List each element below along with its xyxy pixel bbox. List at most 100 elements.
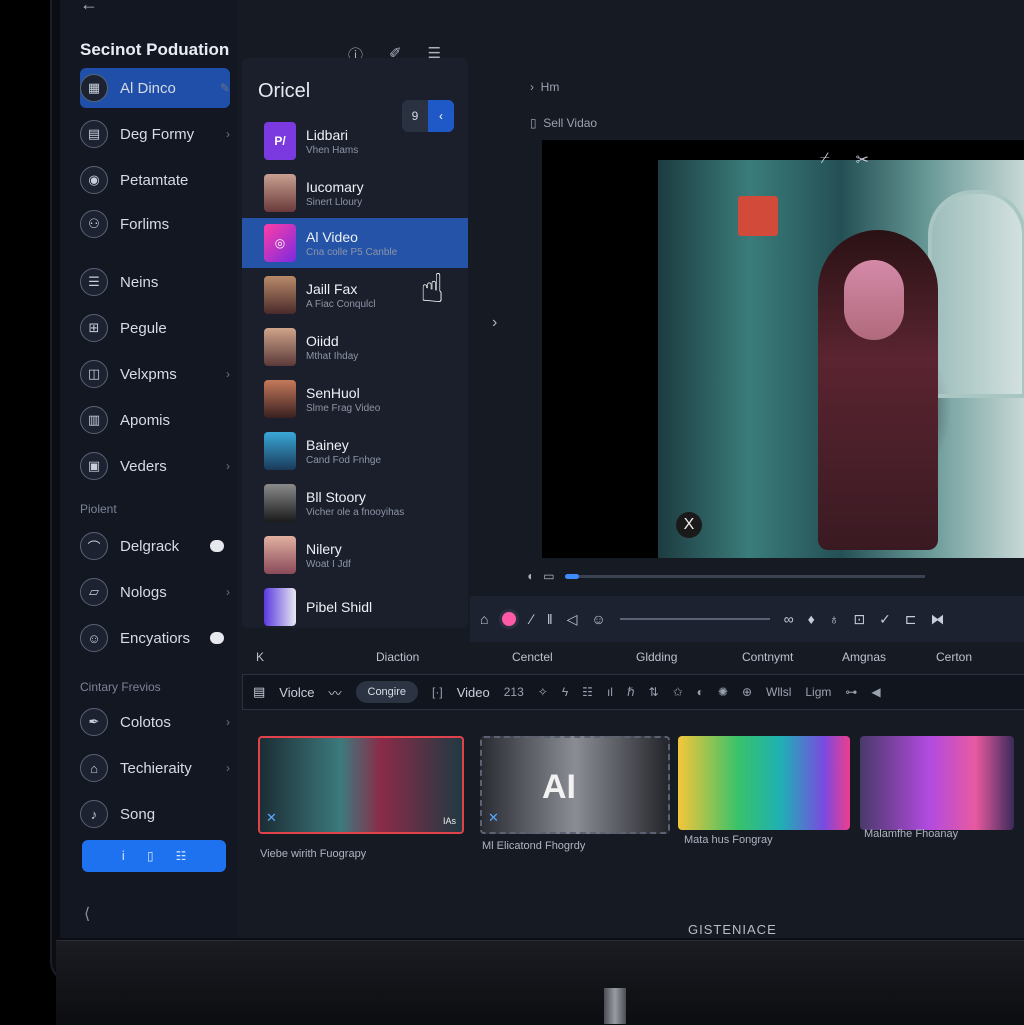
people-icon[interactable]: ǁ <box>547 611 553 627</box>
clip-label: Ml Elicatond Fhogrdy <box>482 840 586 852</box>
sliders-icon[interactable]: ⇅ <box>649 685 659 699</box>
tab-violce[interactable]: Violce <box>279 685 314 700</box>
sidebar-item-techieraity[interactable]: ⌂ Techieraity › <box>80 748 230 788</box>
list-item[interactable]: Iucomary Sinert Lloury <box>242 168 468 218</box>
slash-icon[interactable]: ∕ <box>530 611 532 627</box>
timeline-clip[interactable] <box>678 736 850 830</box>
crop-icon[interactable]: ⊡ <box>853 611 865 628</box>
check-icon[interactable]: ✓ <box>879 611 891 628</box>
sidebar-item-deg-formy[interactable]: ▤ Deg Formy › <box>80 114 230 154</box>
timeline-collapse-icon[interactable]: K <box>256 650 264 664</box>
sidebar-item-label: Pegule <box>120 319 167 337</box>
thumbnail: P/ <box>264 122 296 160</box>
timeline-clip[interactable]: ✕ IAs <box>258 736 464 834</box>
list-item-title: Oiidd <box>306 332 339 349</box>
clip-badge: IAs <box>442 816 456 826</box>
sidebar-item-apomis[interactable]: ▥ Apomis <box>80 400 230 440</box>
list-item-selected[interactable]: ◎ Al Video Cna colle P5 Canble <box>242 218 468 268</box>
toggle-switch[interactable] <box>210 540 224 552</box>
marker-icon[interactable]: ♦ <box>808 611 815 627</box>
device-icon[interactable]: ▯ <box>147 849 154 863</box>
sidebar-item-colotos[interactable]: ✒ Colotos › <box>80 702 230 742</box>
filter-icon[interactable]: ⊕ <box>742 685 752 699</box>
list-item[interactable]: Bainey Cand Fod Fnhge <box>242 426 468 476</box>
timeline-clip[interactable] <box>860 736 1014 830</box>
list-item[interactable]: Oiidd Mthat Ihday <box>242 322 468 372</box>
sidebar-item-label: Veders <box>120 457 167 475</box>
toolbar-label[interactable]: Ligm <box>805 685 831 699</box>
sidebar-item-nologs[interactable]: ▱ Nologs › <box>80 572 230 612</box>
list-item[interactable]: P/ Lidbari Vhen Hams <box>242 116 468 166</box>
sidebar-item-label: Techieraity <box>120 759 192 777</box>
list-item-title: Iucomary <box>306 178 364 195</box>
playback-scrubber[interactable]: ◖ ▭ <box>526 564 1024 588</box>
list-item[interactable]: Bll Stoory Vicher ole a fnooyihas <box>242 478 468 528</box>
layout-icon[interactable]: ☷ <box>582 685 593 699</box>
chevron-right-icon[interactable]: › <box>492 314 497 332</box>
timeline-labels: K Diaction Cenctel Gldding Contnymt Amgn… <box>242 650 1024 670</box>
sidebar-item-delgrack[interactable]: ⌒ Delgrack <box>80 526 230 566</box>
cut-icon[interactable]: ✂ <box>856 150 869 170</box>
caption-icon[interactable]: ⊏ <box>905 611 917 628</box>
sidebar-item-song[interactable]: ♪ Song <box>80 794 230 834</box>
sidebar-action-bar[interactable]: ⅰ ▯ ☷ <box>82 840 226 872</box>
toggle-switch[interactable] <box>210 632 224 644</box>
scrub-track[interactable] <box>564 573 925 579</box>
back-arrow-icon[interactable]: ← <box>80 0 98 15</box>
loop-icon[interactable]: ∞ <box>784 611 794 627</box>
wave-icon[interactable]: 〰 <box>328 683 341 702</box>
timeline-clip[interactable]: AI ✕ <box>480 736 670 834</box>
home-icon[interactable]: ⌂ <box>480 611 488 627</box>
sidebar-item-neins[interactable]: ☰ Neins <box>80 262 230 302</box>
mask-icon[interactable]: ◐ <box>697 685 704 699</box>
link-icon[interactable]: ⧓ <box>931 611 945 628</box>
sidebar-item-encyatiors[interactable]: ☺ Encyatiors <box>80 618 230 658</box>
sidebar-item-label: Delgrack <box>120 537 180 555</box>
adjust-icon[interactable]: ⊶ <box>845 685 857 699</box>
congire-pill-button[interactable]: Congire <box>355 681 419 703</box>
frame-icon[interactable]: ▭ <box>543 569 554 583</box>
sidebar-item-petamtate[interactable]: ◉ Petamtate <box>80 160 230 200</box>
close-icon[interactable]: X <box>676 512 702 538</box>
hand-cursor-icon: ☝ <box>420 267 445 311</box>
list-item-subtitle: Woat I Jdf <box>306 558 351 570</box>
chart-icon: ▱ <box>80 578 108 606</box>
info-icon[interactable]: ⅰ <box>122 849 125 863</box>
list-item[interactable]: Nilery Woat I Jdf <box>242 530 468 580</box>
speaker-icon[interactable]: ◁ <box>567 611 578 628</box>
volume-icon[interactable]: ◖ <box>526 569 533 583</box>
sidebar-item-ai-dinco[interactable]: ▦ Al Dinco ✎ <box>80 68 230 108</box>
sidebar-item-label: Velxpms <box>120 365 177 383</box>
sidebar-item-velxpms[interactable]: ◫ Velxpms › <box>80 354 230 394</box>
bolt-icon[interactable]: ϟ <box>562 685 568 699</box>
thumbnail <box>264 588 296 626</box>
sticker-icon[interactable]: ✺ <box>718 685 728 699</box>
sidebar-item-forlims[interactable]: ⚇ Forlims <box>80 204 230 244</box>
doc-icon[interactable]: ▤ <box>253 684 265 700</box>
timeline-label: Cenctel <box>512 650 553 664</box>
emoji-icon[interactable]: ☺ <box>591 611 605 627</box>
pin-icon[interactable]: ♁ <box>829 611 840 627</box>
record-icon[interactable] <box>502 612 517 626</box>
list-item[interactable]: Pibel Shidl <box>242 582 468 632</box>
sidebar-item-veders[interactable]: ▣ Veders › <box>80 446 230 486</box>
clip-close-icon[interactable]: ✕ <box>488 810 499 826</box>
car-icon: ⌂ <box>80 754 108 782</box>
preview-breadcrumb[interactable]: › Hm <box>530 80 559 94</box>
collapse-icon[interactable]: ⟨ <box>84 904 90 924</box>
clip-close-icon[interactable]: ✕ <box>266 810 277 826</box>
settings-icon[interactable]: ☷ <box>176 849 187 863</box>
toolbar-label[interactable]: Wllsl <box>766 685 791 699</box>
star-icon[interactable]: ✩ <box>673 685 683 699</box>
pen-icon: ✒ <box>80 708 108 736</box>
level-icon[interactable]: ıl <box>607 685 613 699</box>
tab-video[interactable]: Video <box>457 685 490 700</box>
arrow-left-icon[interactable]: ◀ <box>871 685 880 699</box>
video-preview[interactable]: X <box>542 140 1024 558</box>
audio-icon[interactable]: ℏ <box>627 685 635 699</box>
split-icon[interactable]: ⌿ <box>820 150 830 170</box>
sidebar-item-pegule[interactable]: ⊞ Pegule <box>80 308 230 348</box>
effects-icon[interactable]: ✧ <box>538 685 548 699</box>
list-item[interactable]: SenHuol Slme Frag Video <box>242 374 468 424</box>
text-icon[interactable]: [·] <box>432 685 443 699</box>
